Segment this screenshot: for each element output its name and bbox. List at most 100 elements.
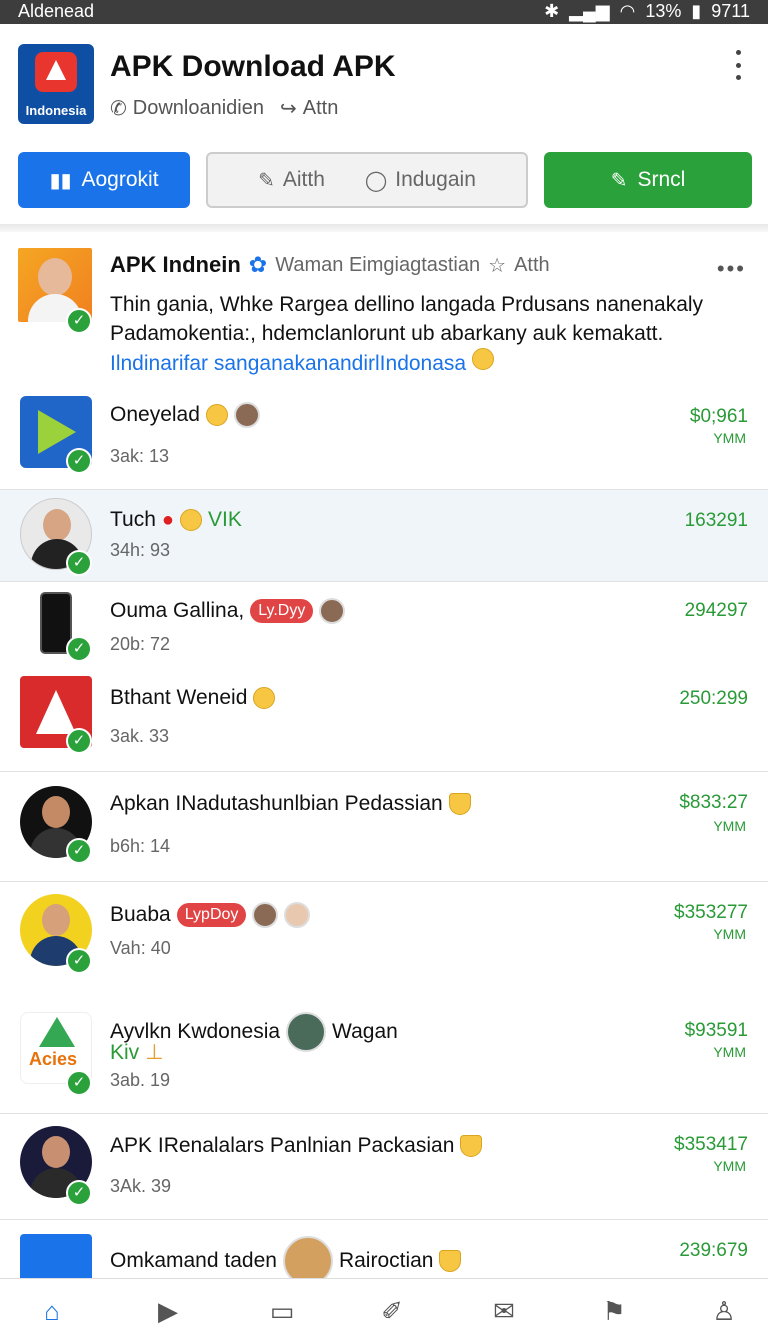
flag-icon[interactable]: ⚑ xyxy=(594,1293,634,1329)
verified-badge-icon: ✿ xyxy=(248,252,268,277)
row-title: Oneyelad xyxy=(110,402,260,428)
row-currency: YMM xyxy=(713,818,746,834)
grey-right-button[interactable]: ◯ Indugain xyxy=(365,168,476,193)
row-title: Bthant Weneid xyxy=(110,686,276,710)
app-subtitle: ✆ Downloanidien ↪ Attn xyxy=(110,96,338,121)
green-button-label: Srncl xyxy=(637,168,686,191)
upload-icon: ⊥ xyxy=(145,1041,164,1064)
row-title-text: Ouma Gallina, xyxy=(110,599,245,622)
post-meta-action[interactable]: Atth xyxy=(514,254,550,277)
row-subtitle: 3Ak. 39 xyxy=(110,1176,172,1196)
row-title-text: Bthant Weneid xyxy=(110,686,248,709)
list-item[interactable]: ✓ Apkan INadutashunlbian Pedassian b6h: … xyxy=(0,772,768,882)
post-meta-text: Waman Eimgiagtastian xyxy=(275,253,481,276)
bluetooth-icon: ✱ xyxy=(544,1,560,21)
row-subtitle: 20b: 72 xyxy=(110,634,171,654)
profile-icon[interactable]: ♙ xyxy=(704,1293,744,1329)
mini-avatar xyxy=(284,902,311,928)
verified-icon: ✓ xyxy=(66,838,92,864)
star-icon[interactable]: ☆ xyxy=(488,253,506,278)
section-divider xyxy=(0,224,768,232)
row-value: $833:27 xyxy=(679,792,748,813)
heart-emoji-icon xyxy=(448,793,471,815)
list-item[interactable]: Acies ✓ Ayvlkn Kwdonesia Wagan Kiv ⊥ 3ab… xyxy=(0,982,768,1114)
row-value: 239:679 xyxy=(679,1240,748,1261)
post-meta: Waman Eimgiagtastian ☆ Atth xyxy=(275,253,549,278)
subtitle-primary: Downloanidien xyxy=(132,97,264,119)
logo-text: Acies xyxy=(29,1049,78,1069)
smile-emoji-icon xyxy=(180,509,203,531)
row-title-text: Omkamand taden xyxy=(110,1249,277,1272)
list-item[interactable]: ✓ Oneyelad 3ak: 13 $0;961 YMM xyxy=(0,382,768,490)
app-title: APK Download APK xyxy=(110,50,396,83)
row-subtitle: 3ak: 13 xyxy=(110,446,170,466)
row-value: 294297 xyxy=(684,600,748,621)
grey-left-button[interactable]: ✎ Aitth xyxy=(258,168,325,193)
row-value: $0;961 xyxy=(689,406,748,427)
post-author-name[interactable]: APK Indnein xyxy=(110,252,241,278)
verified-icon: ✓ xyxy=(66,308,92,334)
battery-label: 13% xyxy=(645,1,682,21)
signal-icon: ▂▄▆ xyxy=(569,1,610,21)
post-link[interactable]: Ilndinarifar sanganakanandirlIndonasa xyxy=(110,348,494,376)
row-currency: YMM xyxy=(713,1044,746,1060)
primary-button[interactable]: ▮▮ Aogrokit xyxy=(18,152,190,208)
featured-post[interactable]: ✓ APK Indnein ✿ Waman Eimgiagtastian ☆ A… xyxy=(0,232,768,382)
screen-icon[interactable]: ▭ xyxy=(262,1293,302,1329)
grey-right-label: Indugain xyxy=(395,168,476,191)
row-title-text: Apkan INadutashunlbian Pedassian xyxy=(110,792,443,815)
pin-icon: ✎ xyxy=(258,169,275,192)
row-value: 250:299 xyxy=(679,688,748,709)
list-item[interactable]: Omkamand taden Rairoctian 239:679 xyxy=(0,1220,768,1278)
post-more-icon[interactable]: ••• xyxy=(717,256,746,282)
apk-logo-icon xyxy=(35,52,77,92)
carrier-label: Aldenead xyxy=(18,1,95,21)
row-tag: VIK xyxy=(208,508,242,531)
row-currency: YMM xyxy=(713,430,746,446)
chat-icon: ◯ xyxy=(364,169,388,192)
subtitle-secondary[interactable]: Attn xyxy=(303,97,339,120)
notes-icon[interactable]: ✐ xyxy=(372,1293,412,1329)
smile-emoji-icon xyxy=(253,687,276,709)
verified-icon: ✓ xyxy=(66,550,92,576)
mini-avatar xyxy=(233,402,260,428)
row-title-text: Buaba xyxy=(110,903,171,926)
mini-avatar xyxy=(282,1236,333,1278)
logo-caption: Indonesia xyxy=(25,103,87,118)
row-badge: Ly.Dyy xyxy=(250,599,314,623)
battery-icon: ▮ xyxy=(691,1,702,21)
list-item[interactable]: ✓ Tuch ● VIK 34h: 93 163291 xyxy=(0,490,768,582)
row-title-text: Oneyelad xyxy=(110,403,200,426)
inbox-icon[interactable]: ✉ xyxy=(484,1293,524,1329)
verified-icon: ✓ xyxy=(66,728,92,754)
home-icon[interactable]: ⌂ xyxy=(32,1293,72,1329)
list-item[interactable]: ✓ APK IRenalalars Panlnian Packasian 3Ak… xyxy=(0,1114,768,1220)
post-link-text[interactable]: Ilndinarifar sanganakanandirlIndonasa xyxy=(110,352,466,375)
row-title: Buaba LypDoy xyxy=(110,902,311,928)
secondary-button-group[interactable]: ✎ Aitth ◯ Indugain xyxy=(206,152,528,208)
row-value: $353417 xyxy=(674,1134,748,1155)
row-tag: Kiv xyxy=(110,1040,140,1064)
row-title: APK IRenalalars Panlnian Packasian xyxy=(110,1134,483,1158)
row-title-text: APK IRenalalars Panlnian Packasian xyxy=(110,1134,455,1157)
list-item[interactable]: ✓ Ouma Gallina, Ly.Dyy 20b: 72 294297 xyxy=(0,582,768,670)
whatsapp-icon: ✆ xyxy=(110,98,127,120)
heart-emoji-icon xyxy=(439,1250,462,1272)
list-item[interactable]: ✓ Buaba LypDoy Vah: 40 $353277 YMM xyxy=(0,882,768,982)
row-subtitle: Vah: 40 xyxy=(110,938,171,958)
row-value: $353277 xyxy=(674,902,748,923)
row-title: Apkan INadutashunlbian Pedassian xyxy=(110,792,471,816)
play-icon[interactable]: ▶ xyxy=(148,1293,188,1329)
more-menu-icon[interactable] xyxy=(730,50,746,80)
list-item[interactable]: ✓ Bthant Weneid 3ak. 33 250:299 xyxy=(0,670,768,772)
post-body: Thin gania, Whke Rargea dellino langada … xyxy=(110,293,704,345)
green-button[interactable]: ✎ Srncl xyxy=(544,152,752,208)
pen-icon: ✎ xyxy=(610,169,628,192)
row-title: Ouma Gallina, Ly.Dyy xyxy=(110,598,346,624)
heart-emoji-icon xyxy=(460,1135,483,1157)
row-subtitle: 3ak. 33 xyxy=(110,726,170,746)
row-badge: LypDoy xyxy=(176,903,247,927)
bottom-nav: ⌂ ▶ ▭ ✐ ✉ ⚑ ♙ xyxy=(0,1278,768,1344)
row-title-second: Wagan xyxy=(332,1020,398,1043)
smile-emoji-icon xyxy=(471,348,494,370)
